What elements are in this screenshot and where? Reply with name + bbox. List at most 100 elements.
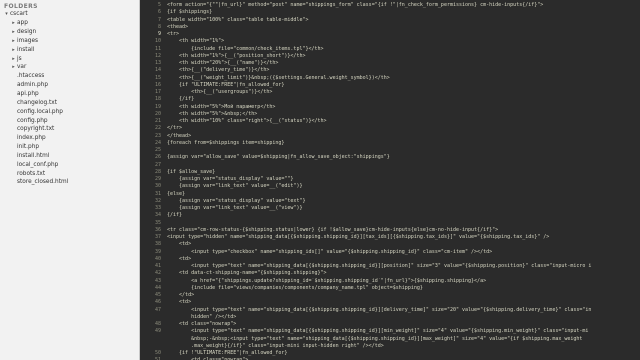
code-line[interactable]: {include file="views/companies/component… xyxy=(167,285,640,292)
code-line[interactable]: </td> xyxy=(167,292,640,299)
code-line[interactable]: {assign var="status_display" value=""} xyxy=(167,176,640,183)
sidebar-folder[interactable]: ▾ cscart xyxy=(0,10,139,19)
code-line[interactable] xyxy=(167,162,640,169)
code-line[interactable]: <th>{__("delivery_time")}</th> xyxy=(167,67,640,74)
code-line[interactable]: {if "ULTIMATE:FREE"|fn_allowed_for} xyxy=(167,82,640,89)
code-line[interactable]: <td data-ct-shipping-name="{$shipping.sh… xyxy=(167,270,640,277)
sidebar-folder[interactable]: ▸ js xyxy=(0,54,139,63)
code-line[interactable]: <thead> xyxy=(167,24,640,31)
chevron-right-icon[interactable]: ▸ xyxy=(10,64,17,70)
code-line[interactable]: <input type="text" name="shipping_data[{… xyxy=(167,263,640,270)
sidebar-folder[interactable]: ▸ install xyxy=(0,45,139,54)
code-line[interactable]: <a href="{"shippings.update?shipping_id=… xyxy=(167,278,640,285)
sidebar-file[interactable]: index.php xyxy=(0,134,139,143)
code-line[interactable]: <th width="1%">{__("position_short")}</t… xyxy=(167,53,640,60)
line-number: 16 xyxy=(154,81,161,88)
sidebar-item-label: robots.txt xyxy=(17,170,46,177)
code-line[interactable]: {foreach from=$shippings item=shipping} xyxy=(167,140,640,147)
line-number: 24 xyxy=(154,139,161,146)
line-number: 42 xyxy=(154,270,161,277)
code-line[interactable] xyxy=(167,220,640,227)
line-number: 8 xyxy=(157,23,161,30)
code-line[interactable]: <th width="5%">&nbsp;</th> xyxy=(167,111,640,118)
chevron-right-icon[interactable]: ▸ xyxy=(10,38,17,44)
code-line[interactable]: {if $shippings} xyxy=(167,9,640,16)
sidebar-item-label: .htaccess xyxy=(17,73,45,80)
sidebar-file[interactable]: local_conf.php xyxy=(0,160,139,169)
sidebar-folder[interactable]: ▸ images xyxy=(0,37,139,46)
line-number: 11 xyxy=(154,45,161,52)
chevron-right-icon[interactable]: ▸ xyxy=(10,29,17,35)
code-line[interactable] xyxy=(167,147,640,154)
sidebar-folder[interactable]: ▸ app xyxy=(0,19,139,28)
code-line[interactable]: {if $allow_save} xyxy=(167,169,640,176)
code-line[interactable]: <input type="hidden" name="shipping_data… xyxy=(167,234,640,241)
code-line[interactable]: <th>{__("usergroups")}</th> xyxy=(167,89,640,96)
code-line[interactable]: .max_weight}{/if}" class="input-mini inp… xyxy=(167,343,640,350)
code-line[interactable]: <input type="text" name="shipping_data[{… xyxy=(167,307,640,314)
code-line[interactable]: {/if} xyxy=(167,212,640,219)
line-number: 50 xyxy=(154,350,161,356)
line-number xyxy=(141,343,163,350)
code-line[interactable]: {assign var="status_display" value="text… xyxy=(167,198,640,205)
chevron-right-icon[interactable]: ▸ xyxy=(10,56,17,62)
line-number: 13 xyxy=(154,60,161,66)
code-line[interactable]: <th width="10%" class="right">{__("statu… xyxy=(167,118,640,125)
sidebar-file[interactable]: config.local.php xyxy=(0,107,139,116)
code-line[interactable]: <input type="text" name="shipping_data[{… xyxy=(167,328,640,335)
sidebar-file[interactable]: store_closed.html xyxy=(0,178,139,187)
code-line[interactable]: &nbsp;-&nbsp;<input type="text" name="sh… xyxy=(167,336,640,343)
code-line[interactable]: {if !"ULTIMATE:FREE"|fn_allowed_for} xyxy=(167,350,640,357)
sidebar-item-label: config.php xyxy=(17,117,48,124)
sidebar-file[interactable]: robots.txt xyxy=(0,169,139,178)
code-line[interactable]: {assign var="link_text" value=__("edit")… xyxy=(167,183,640,190)
code-line[interactable]: {assign var="allow_save" value=$shipping… xyxy=(167,154,640,161)
code-line[interactable]: <td class="nowrap"> xyxy=(167,321,640,328)
code-line[interactable]: <form action="{""|fn_url}" method="post"… xyxy=(167,2,640,9)
chevron-right-icon[interactable]: ▸ xyxy=(10,47,17,53)
sidebar-folder[interactable]: ▸ design xyxy=(0,28,139,37)
sidebar-file[interactable]: copyright.txt xyxy=(0,125,139,134)
code-line[interactable]: <table width="100%" class="table table-m… xyxy=(167,17,640,24)
code-line[interactable]: <td> xyxy=(167,256,640,263)
sidebar-item-label: app xyxy=(17,20,28,27)
folders-sidebar: FOLDERS ▾ cscart ▸ app ▸ design ▸ images ▸ instal… xyxy=(0,0,140,360)
code-area[interactable]: <form action="{""|fn_url}" method="post"… xyxy=(167,2,640,360)
sidebar-item-label: install xyxy=(17,46,35,53)
sidebar-file[interactable]: admin.php xyxy=(0,81,139,90)
sidebar-header: FOLDERS xyxy=(4,3,38,10)
sidebar-file[interactable]: api.php xyxy=(0,90,139,99)
code-line[interactable]: <th width="5%">Мой параметр</th> xyxy=(167,104,640,111)
line-number: 25 xyxy=(154,147,161,153)
code-line[interactable]: {assign var="link_text" value=__("view")… xyxy=(167,205,640,212)
line-number: 37 xyxy=(154,234,161,240)
chevron-right-icon[interactable]: ▸ xyxy=(10,20,17,26)
code-line[interactable]: {/if} xyxy=(167,96,640,103)
code-editor[interactable]: 5 6 7 8 9 10 11 12 13 14 15 16 17 18 19 20 21 22 23 24 25 26 2… xyxy=(141,0,640,360)
sidebar-file[interactable]: .htaccess xyxy=(0,72,139,81)
line-number: 45 xyxy=(154,292,161,298)
code-line[interactable]: <tr class="cm-row-status-{$shipping.stat… xyxy=(167,227,640,234)
code-line[interactable]: <input type="checkbox" name="shipping_id… xyxy=(167,249,640,256)
sidebar-file[interactable]: install.html xyxy=(0,152,139,161)
line-number: 34 xyxy=(154,212,161,219)
code-line[interactable]: {else} xyxy=(167,191,640,198)
line-number: 39 xyxy=(154,248,161,255)
code-line[interactable]: <td> xyxy=(167,241,640,248)
code-line[interactable]: <th width="1%"> xyxy=(167,38,640,45)
code-line[interactable]: <th>{__("weight_limit")}&nbsp;({$setting… xyxy=(167,75,640,82)
code-line[interactable]: </tr> xyxy=(167,125,640,132)
sidebar-file[interactable]: config.php xyxy=(0,116,139,125)
code-line[interactable]: {include file="common/check_items.tpl"}<… xyxy=(167,46,640,53)
sidebar-file[interactable]: changelog.txt xyxy=(0,98,139,107)
code-line[interactable]: <tr> xyxy=(167,31,640,38)
chevron-down-icon[interactable]: ▾ xyxy=(3,11,10,17)
code-line[interactable]: <th width="20%">{__("name")}</th> xyxy=(167,60,640,67)
code-line[interactable]: hidden" /></td> xyxy=(167,314,640,321)
line-number: 19 xyxy=(154,103,161,110)
code-line[interactable]: <td> xyxy=(167,299,640,306)
sidebar-file[interactable]: init.php xyxy=(0,143,139,152)
sidebar-folder[interactable]: ▸ var xyxy=(0,63,139,72)
line-number xyxy=(141,336,163,343)
code-line[interactable]: </thead> xyxy=(167,133,640,140)
